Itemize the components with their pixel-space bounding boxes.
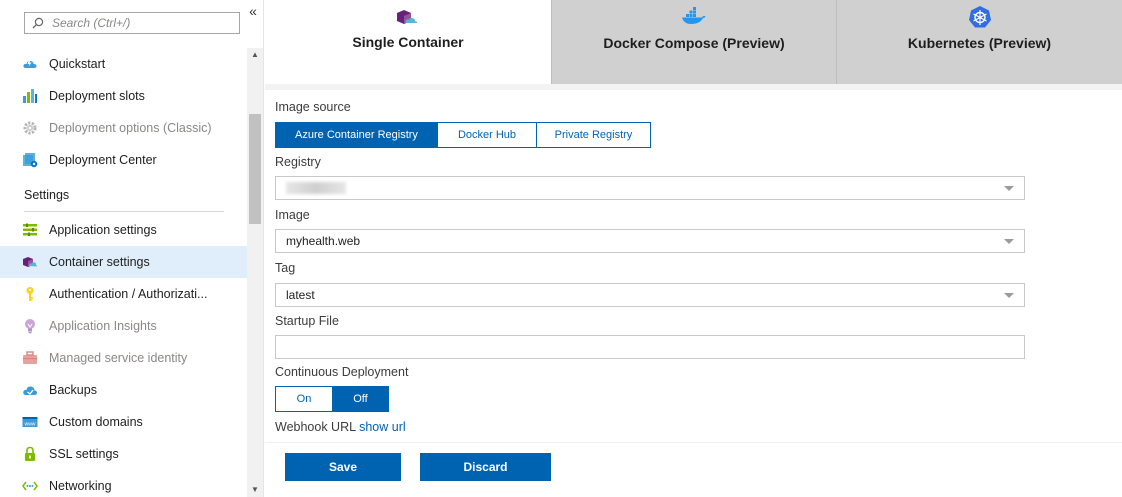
tab-divider (265, 84, 1122, 90)
key-icon (22, 286, 38, 302)
sidebar-item-label: Quickstart (49, 57, 106, 71)
sidebar-item-quickstart[interactable]: Quickstart (0, 48, 247, 80)
svg-text:www: www (25, 422, 36, 428)
chevron-down-icon (1004, 186, 1014, 191)
image-source-option-docker-hub[interactable]: Docker Hub (437, 123, 536, 147)
left-sidebar: « Quickstart Deployment slots Deployment… (0, 0, 264, 497)
continuous-deployment-toggle: On Off (275, 386, 389, 412)
sidebar-section-settings: Settings (0, 176, 247, 214)
sidebar-item-container-settings[interactable]: Container settings (0, 246, 247, 278)
webhook-row: Webhook URL show url (275, 420, 406, 434)
sidebar-item-managed-service-identity[interactable]: Managed service identity (0, 342, 247, 374)
docker-whale-icon (681, 6, 707, 28)
sidebar-item-ssl-settings[interactable]: SSL settings (0, 438, 247, 470)
tab-label: Docker Compose (Preview) (603, 35, 785, 51)
image-value: myhealth.web (286, 234, 361, 248)
tab-single-container[interactable]: Single Container (265, 0, 551, 84)
continuous-deployment-off[interactable]: Off (332, 387, 388, 411)
tag-value: latest (286, 288, 315, 302)
sidebar-scrollbar[interactable]: ▲ ▼ (247, 48, 263, 497)
image-label: Image (275, 208, 310, 222)
sidebar-item-label: Backups (49, 383, 97, 397)
discard-button[interactable]: Discard (420, 453, 551, 481)
sidebar-item-backups[interactable]: Backups (0, 374, 247, 406)
registry-label: Registry (275, 155, 321, 169)
scroll-down-arrow-icon[interactable]: ▼ (247, 483, 263, 497)
list-settings-icon (22, 222, 38, 238)
tag-dropdown[interactable]: latest (275, 283, 1025, 307)
scroll-up-arrow-icon[interactable]: ▲ (247, 48, 263, 62)
chevron-down-icon (1004, 293, 1014, 298)
tag-label: Tag (275, 261, 296, 275)
sidebar-item-custom-domains[interactable]: www Custom domains (0, 406, 247, 438)
sidebar-item-deployment-slots[interactable]: Deployment slots (0, 80, 247, 112)
image-source-option-acr[interactable]: Azure Container Registry (276, 123, 437, 147)
image-source-option-private-registry[interactable]: Private Registry (536, 123, 650, 147)
tab-kubernetes[interactable]: Kubernetes (Preview) (836, 0, 1122, 84)
sidebar-item-label: Deployment slots (49, 89, 145, 103)
chart-bars-icon (22, 88, 38, 104)
continuous-deployment-label: Continuous Deployment (275, 365, 409, 379)
collapse-sidebar-icon[interactable]: « (246, 4, 260, 20)
image-source-label: Image source (275, 100, 351, 114)
sidebar-item-deployment-center[interactable]: Deployment Center (0, 144, 247, 176)
kubernetes-helm-icon (968, 6, 992, 28)
sidebar-item-label: Authentication / Authorizati... (49, 287, 208, 301)
sidebar-item-label: Deployment Center (49, 153, 157, 167)
sidebar-item-label: Custom domains (49, 415, 143, 429)
sidebar-item-label: Application settings (49, 223, 157, 237)
sidebar-item-authentication[interactable]: Authentication / Authorizati... (0, 278, 247, 310)
gear-icon (22, 120, 38, 136)
container-type-tabs: Single Container Docker Compose (Preview… (265, 0, 1122, 84)
webhook-url-label: Webhook URL (275, 420, 356, 434)
container-icon (22, 254, 38, 270)
cloud-backup-icon (22, 382, 38, 398)
startup-file-label: Startup File (275, 314, 339, 328)
tab-label: Kubernetes (Preview) (907, 35, 1052, 51)
lock-icon (22, 446, 38, 462)
cloud-lightning-icon (22, 56, 38, 72)
registry-value-redacted (286, 182, 346, 194)
sidebar-item-label: Managed service identity (49, 351, 188, 365)
sidebar-item-label: Networking (49, 479, 112, 493)
image-source-selector: Azure Container Registry Docker Hub Priv… (275, 122, 651, 148)
form-footer: Save Discard (265, 442, 1122, 497)
sidebar-item-label: Application Insights (49, 319, 157, 333)
toolbox-icon (22, 350, 38, 366)
search-icon (32, 17, 44, 29)
registry-dropdown[interactable] (275, 176, 1025, 200)
sidebar-item-label: SSL settings (49, 447, 119, 461)
continuous-deployment-on[interactable]: On (276, 387, 332, 411)
sidebar-item-application-settings[interactable]: Application settings (0, 214, 247, 246)
sidebar-item-label: Deployment options (Classic) (49, 121, 212, 135)
networking-icon (22, 478, 38, 494)
scroll-thumb[interactable] (249, 114, 261, 224)
tab-docker-compose[interactable]: Docker Compose (Preview) (551, 0, 836, 84)
search-box[interactable] (24, 12, 240, 34)
sidebar-item-application-insights[interactable]: Application Insights (0, 310, 247, 342)
www-icon: www (22, 414, 38, 430)
container-icon (396, 6, 420, 28)
image-dropdown[interactable]: myhealth.web (275, 229, 1025, 253)
sidebar-item-label: Container settings (49, 255, 150, 269)
sidebar-menu: Quickstart Deployment slots Deployment o… (0, 48, 247, 497)
chevron-down-icon (1004, 239, 1014, 244)
show-url-link[interactable]: show url (359, 420, 406, 434)
sidebar-item-deployment-options[interactable]: Deployment options (Classic) (0, 112, 247, 144)
startup-file-input[interactable] (275, 335, 1025, 359)
tab-label: Single Container (352, 34, 464, 50)
sidebar-item-networking[interactable]: Networking (0, 470, 247, 497)
save-button[interactable]: Save (285, 453, 401, 481)
search-input[interactable] (52, 16, 222, 30)
lightbulb-icon (22, 318, 38, 334)
deployment-center-icon (22, 152, 38, 168)
